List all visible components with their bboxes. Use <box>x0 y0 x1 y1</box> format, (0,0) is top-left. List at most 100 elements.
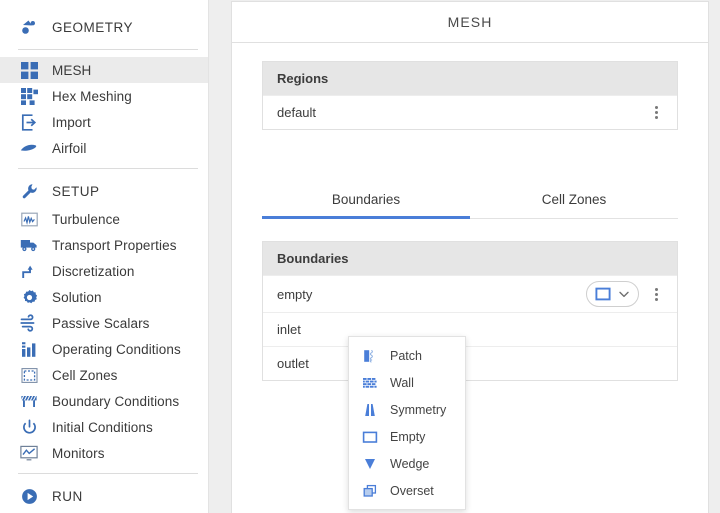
sidebar-item-label: Solution <box>52 289 102 305</box>
menu-item-wall[interactable]: Wall <box>349 369 465 396</box>
sidebar-item-label: Hex Meshing <box>52 88 132 104</box>
hex-meshing-icon <box>18 85 40 107</box>
table-row[interactable]: default <box>263 95 677 129</box>
sidebar: GEOMETRY MESH Hex Meshing Import Airfoil… <box>0 0 209 513</box>
menu-item-label: Overset <box>390 483 434 498</box>
barrier-icon <box>18 390 40 412</box>
turbulence-icon <box>18 208 40 230</box>
panel-header: MESH <box>232 2 708 43</box>
boundaries-card-header: Boundaries <box>263 242 677 275</box>
sidebar-item-label: Passive Scalars <box>52 315 150 331</box>
boundary-name: empty <box>277 286 313 302</box>
sidebar-item-label: MESH <box>52 62 92 78</box>
sidebar-item-hex-meshing[interactable]: Hex Meshing <box>0 83 208 109</box>
boundary-row-actions <box>586 281 665 307</box>
sidebar-item-label: Airfoil <box>52 140 87 156</box>
sidebar-item-label: RUN <box>52 488 83 504</box>
sidebar-item-solution[interactable]: Solution <box>0 284 208 310</box>
sidebar-item-cell-zones[interactable]: Cell Zones <box>0 362 208 388</box>
table-row[interactable]: outlet <box>263 346 677 380</box>
sidebar-item-label: SETUP <box>52 183 100 199</box>
symmetry-icon <box>361 401 379 419</box>
truck-icon <box>18 234 40 256</box>
region-row-actions <box>647 102 665 124</box>
sidebar-divider-1 <box>18 49 198 50</box>
sidebar-item-label: Cell Zones <box>52 367 118 383</box>
sidebar-divider-2 <box>18 168 198 169</box>
sidebar-item-label: Import <box>52 114 91 130</box>
menu-item-wedge[interactable]: Wedge <box>349 450 465 477</box>
sidebar-item-initial-conditions[interactable]: Initial Conditions <box>0 414 208 440</box>
tab-cell-zones[interactable]: Cell Zones <box>470 192 678 218</box>
boundary-type-dropdown-menu[interactable]: Patch Wall Symmetry Empty Wedge Overset <box>348 336 466 510</box>
sidebar-item-label: GEOMETRY <box>52 19 134 35</box>
play-icon <box>18 485 40 507</box>
menu-item-label: Wall <box>390 375 414 390</box>
geometry-icon <box>18 16 40 38</box>
tab-bar: Boundaries Cell Zones <box>262 192 678 219</box>
sidebar-item-geometry[interactable]: GEOMETRY <box>0 12 208 42</box>
sidebar-item-label: Initial Conditions <box>52 419 153 435</box>
sidebar-item-passive-scalars[interactable]: Passive Scalars <box>0 310 208 336</box>
empty-icon <box>361 428 379 446</box>
boundary-name: inlet <box>277 322 301 337</box>
sidebar-item-setup[interactable]: SETUP <box>0 176 208 206</box>
sidebar-item-monitors[interactable]: Monitors <box>0 440 208 466</box>
cell-zones-icon <box>18 364 40 386</box>
airfoil-icon <box>18 137 40 159</box>
import-icon <box>18 111 40 133</box>
power-icon <box>18 416 40 438</box>
wedge-icon <box>361 455 379 473</box>
tab-boundaries[interactable]: Boundaries <box>262 192 470 219</box>
page-title: MESH <box>447 14 493 30</box>
main-panel: MESH Regions default Boundaries Cell Zon… <box>231 1 709 513</box>
sidebar-divider-3 <box>18 473 198 474</box>
sidebar-top-spacer <box>0 0 208 12</box>
regions-card-header: Regions <box>263 62 677 95</box>
patch-icon <box>361 347 379 365</box>
sidebar-item-mesh[interactable]: MESH <box>0 57 208 83</box>
kebab-icon[interactable] <box>647 102 665 124</box>
menu-item-symmetry[interactable]: Symmetry <box>349 396 465 423</box>
sidebar-item-turbulence[interactable]: Turbulence <box>0 206 208 232</box>
boundaries-card: Boundaries empty inlet outlet <box>262 241 678 381</box>
sidebar-item-airfoil[interactable]: Airfoil <box>0 135 208 161</box>
sidebar-item-label: Operating Conditions <box>52 341 181 357</box>
sidebar-item-label: Boundary Conditions <box>52 393 180 409</box>
sidebar-item-label: Monitors <box>52 445 105 461</box>
sidebar-item-discretization[interactable]: Discretization <box>0 258 208 284</box>
empty-type-icon <box>595 286 611 302</box>
sidebar-item-label: Turbulence <box>52 211 121 227</box>
table-row[interactable]: empty <box>263 275 677 312</box>
wall-icon <box>361 374 379 392</box>
wind-icon <box>18 312 40 334</box>
sidebar-item-label: Transport Properties <box>52 237 177 253</box>
regions-card: Regions default <box>262 61 678 130</box>
menu-item-overset[interactable]: Overset <box>349 477 465 504</box>
region-name: default <box>277 105 317 120</box>
kebab-icon[interactable] <box>647 283 665 305</box>
menu-item-empty[interactable]: Empty <box>349 423 465 450</box>
gear-icon <box>18 286 40 308</box>
discretization-icon <box>18 260 40 282</box>
mesh-grid-icon <box>18 59 40 81</box>
sidebar-item-label: Discretization <box>52 263 135 279</box>
sidebar-item-import[interactable]: Import <box>0 109 208 135</box>
menu-item-label: Symmetry <box>390 402 447 417</box>
menu-item-label: Empty <box>390 429 426 444</box>
sidebar-item-run[interactable]: RUN <box>0 481 208 511</box>
table-row[interactable]: inlet <box>263 312 677 346</box>
overset-icon <box>361 482 379 500</box>
menu-item-patch[interactable]: Patch <box>349 342 465 369</box>
menu-item-label: Wedge <box>390 456 430 471</box>
sidebar-item-operating-conditions[interactable]: Operating Conditions <box>0 336 208 362</box>
sidebar-item-transport-properties[interactable]: Transport Properties <box>0 232 208 258</box>
menu-item-label: Patch <box>390 348 422 363</box>
sidebar-item-boundary-conditions[interactable]: Boundary Conditions <box>0 388 208 414</box>
boundary-type-select[interactable] <box>586 281 639 307</box>
wrench-icon <box>18 180 40 202</box>
monitor-icon <box>18 442 40 464</box>
chevron-down-icon <box>617 287 631 301</box>
bar-chart-icon <box>18 338 40 360</box>
boundary-name: outlet <box>277 356 309 371</box>
